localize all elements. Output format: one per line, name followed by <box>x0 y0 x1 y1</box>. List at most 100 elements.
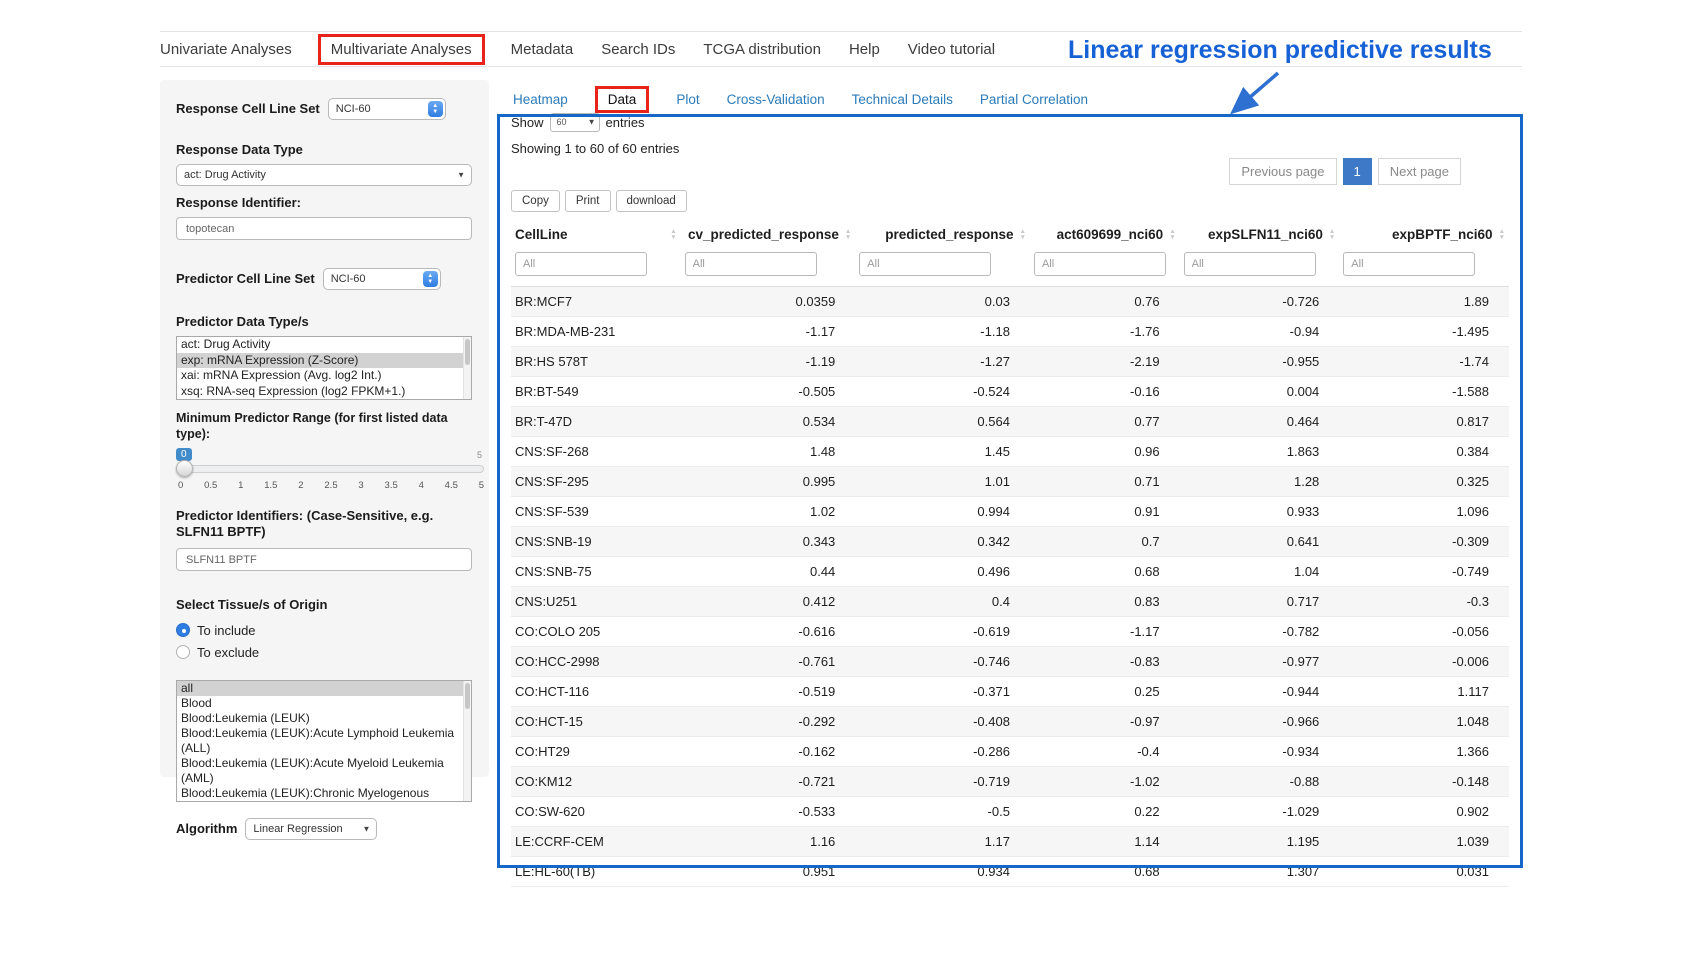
filter-input-cv-predicted-response[interactable] <box>685 252 817 276</box>
download-button[interactable]: download <box>616 190 687 212</box>
print-button[interactable]: Print <box>565 190 611 212</box>
previous-page-button[interactable]: Previous page <box>1229 158 1336 185</box>
cell-value: 1.04 <box>1180 557 1340 587</box>
tissue-exclude-label: To exclude <box>197 645 259 660</box>
table-row[interactable]: CO:COLO 205-0.616-0.619-1.17-0.782-0.056 <box>511 617 1509 647</box>
table-row[interactable]: CO:SW-620-0.533-0.50.22-1.0290.902 <box>511 797 1509 827</box>
cell-value: 0.96 <box>1030 437 1180 467</box>
tissue-option[interactable]: Blood:Leukemia (LEUK):Acute Lymphoid Leu… <box>177 726 471 756</box>
sort-icon: ▲▼ <box>845 229 851 240</box>
tab-heatmap[interactable]: Heatmap <box>513 92 568 107</box>
table-row[interactable]: CO:HCT-116-0.519-0.3710.25-0.9441.117 <box>511 677 1509 707</box>
tissue-option[interactable]: Blood:Leukemia (LEUK):Acute Myeloid Leuk… <box>177 756 471 786</box>
scrollbar[interactable] <box>463 681 471 801</box>
table-row[interactable]: BR:MCF70.03590.030.76-0.7261.89 <box>511 287 1509 317</box>
table-row[interactable]: BR:T-47D0.5340.5640.770.4640.817 <box>511 407 1509 437</box>
nav-item-univariate-analyses[interactable]: Univariate Analyses <box>160 41 292 58</box>
table-row[interactable]: LE:HL-60(TB)0.9510.9340.681.3070.031 <box>511 857 1509 887</box>
cell-line-name: BR:T-47D <box>511 407 681 437</box>
algorithm-select[interactable]: Linear Regression <box>245 818 377 840</box>
cell-value: 0.03 <box>855 287 1030 317</box>
cell-value: 0.464 <box>1180 407 1340 437</box>
table-row[interactable]: BR:BT-549-0.505-0.524-0.160.004-1.588 <box>511 377 1509 407</box>
tissue-include-radio[interactable]: To include <box>176 620 473 640</box>
tissue-option[interactable]: Blood:Leukemia (LEUK) <box>177 711 471 726</box>
column-header-act609699-nci60[interactable]: act609699_nci60▲▼ <box>1030 220 1180 250</box>
tab-technical-details[interactable]: Technical Details <box>852 92 953 107</box>
cell-line-name: CO:HCT-15 <box>511 707 681 737</box>
cell-value: 0.995 <box>681 467 856 497</box>
cell-value: -0.4 <box>1030 737 1180 767</box>
tissue-exclude-radio[interactable]: To exclude <box>176 642 473 662</box>
predictor-data-type-option[interactable]: xai: mRNA Expression (Avg. log2 Int.) <box>177 368 471 384</box>
nav-item-video-tutorial[interactable]: Video tutorial <box>908 41 995 58</box>
response-identifier-input[interactable] <box>176 217 472 240</box>
table-row[interactable]: BR:MDA-MB-231-1.17-1.18-1.76-0.94-1.495 <box>511 317 1509 347</box>
tab-data[interactable]: Data <box>595 86 650 113</box>
show-entries-select[interactable]: 60 <box>550 113 600 132</box>
table-row[interactable]: CO:HT29-0.162-0.286-0.4-0.9341.366 <box>511 737 1509 767</box>
column-header-expslfn11-nci60[interactable]: expSLFN11_nci60▲▼ <box>1180 220 1340 250</box>
scrollbar[interactable] <box>463 337 471 399</box>
table-row[interactable]: CO:HCC-2998-0.761-0.746-0.83-0.977-0.006 <box>511 647 1509 677</box>
table-row[interactable]: CNS:U2510.4120.40.830.717-0.3 <box>511 587 1509 617</box>
table-row[interactable]: BR:HS 578T-1.19-1.27-2.19-0.955-1.74 <box>511 347 1509 377</box>
column-header-cv-predicted-response[interactable]: cv_predicted_response▲▼ <box>681 220 856 250</box>
table-row[interactable]: CNS:SF-5391.020.9940.910.9331.096 <box>511 497 1509 527</box>
filter-input-cellline[interactable] <box>515 252 647 276</box>
filter-input-expbptf-nci60[interactable] <box>1343 252 1475 276</box>
table-row[interactable]: CNS:SF-2681.481.450.961.8630.384 <box>511 437 1509 467</box>
filter-input-act609699-nci60[interactable] <box>1034 252 1166 276</box>
column-header-expbptf-nci60[interactable]: expBPTF_nci60▲▼ <box>1339 220 1509 250</box>
table-row[interactable]: CNS:SF-2950.9951.010.711.280.325 <box>511 467 1509 497</box>
copy-button[interactable]: Copy <box>511 190 560 212</box>
top-nav: Univariate Analyses Multivariate Analyses… <box>160 33 995 65</box>
cell-value: -0.726 <box>1180 287 1340 317</box>
table-row[interactable]: LE:CCRF-CEM1.161.171.141.1951.039 <box>511 827 1509 857</box>
cell-value: -0.006 <box>1339 647 1509 677</box>
cell-value: 0.22 <box>1030 797 1180 827</box>
nav-item-search-ids[interactable]: Search IDs <box>601 41 675 58</box>
slider-track[interactable] <box>176 465 484 473</box>
tissue-option[interactable]: Blood <box>177 696 471 711</box>
predictor-data-type-option[interactable]: xsq: RNA-seq Expression (log2 FPKM+1.) <box>177 384 471 400</box>
predictor-data-type-option[interactable]: exp: mRNA Expression (Z-Score) <box>177 353 471 369</box>
sort-icon: ▲▼ <box>1329 229 1335 240</box>
column-header-predicted-response[interactable]: predicted_response▲▼ <box>855 220 1030 250</box>
next-page-button[interactable]: Next page <box>1378 158 1461 185</box>
nav-item-metadata[interactable]: Metadata <box>511 41 574 58</box>
cell-value: -0.977 <box>1180 647 1340 677</box>
cell-line-name: BR:MDA-MB-231 <box>511 317 681 347</box>
table-row[interactable]: CO:KM12-0.721-0.719-1.02-0.88-0.148 <box>511 767 1509 797</box>
response-data-type-select[interactable]: act: Drug Activity <box>176 164 472 186</box>
table-row[interactable]: CNS:SNB-750.440.4960.681.04-0.749 <box>511 557 1509 587</box>
page-1-button[interactable]: 1 <box>1343 158 1372 185</box>
filter-input-expslfn11-nci60[interactable] <box>1184 252 1316 276</box>
tab-cross-validation[interactable]: Cross-Validation <box>727 92 825 107</box>
predictor-data-type-option[interactable]: act: Drug Activity <box>177 337 471 353</box>
slider-tick-label: 4 <box>419 480 424 491</box>
tissue-option[interactable]: Blood:Leukemia (LEUK):Chronic Myelogenou… <box>177 786 471 802</box>
nav-item-tcga-distribution[interactable]: TCGA distribution <box>703 41 821 58</box>
tissue-option[interactable]: all <box>177 681 471 696</box>
predictor-cell-line-set-label: Predictor Cell Line Set <box>176 271 315 287</box>
table-row[interactable]: CO:HCT-15-0.292-0.408-0.97-0.9661.048 <box>511 707 1509 737</box>
filter-input-predicted-response[interactable] <box>859 252 991 276</box>
tab-partial-correlation[interactable]: Partial Correlation <box>980 92 1088 107</box>
slider-handle[interactable] <box>176 460 193 477</box>
cell-value: -1.17 <box>1030 617 1180 647</box>
table-row[interactable]: CNS:SNB-190.3430.3420.70.641-0.309 <box>511 527 1509 557</box>
predictor-identifiers-input[interactable] <box>176 548 472 571</box>
nav-item-multivariate-analyses[interactable]: Multivariate Analyses <box>318 34 485 65</box>
min-range-slider[interactable]: 0 5 00.511.522.533.544.55 <box>176 448 484 496</box>
tab-plot[interactable]: Plot <box>676 92 699 107</box>
predictor-cell-line-set-select[interactable]: NCI-60 <box>323 268 441 290</box>
response-cell-line-set-select[interactable]: NCI-60 <box>328 98 446 120</box>
cell-value: -0.056 <box>1339 617 1509 647</box>
cell-line-name: BR:BT-549 <box>511 377 681 407</box>
cell-value: -1.76 <box>1030 317 1180 347</box>
column-header-cellline[interactable]: CellLine▲▼ <box>511 220 681 250</box>
nav-item-help[interactable]: Help <box>849 41 880 58</box>
cell-value: -0.966 <box>1180 707 1340 737</box>
cell-line-name: CO:HT29 <box>511 737 681 767</box>
